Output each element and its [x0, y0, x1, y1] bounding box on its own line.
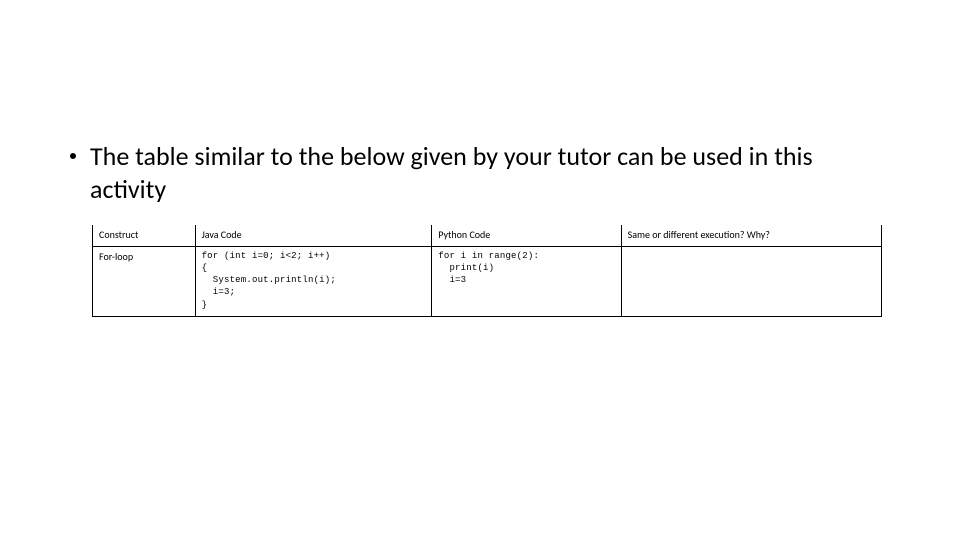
bullet-item: The table similar to the below given by …	[70, 140, 890, 207]
cell-same	[621, 247, 881, 317]
bullet-text: The table similar to the below given by …	[90, 140, 890, 207]
cell-construct: For-loop	[93, 247, 196, 317]
table-row: For-loop for (int i=0; i<2; i++) { Syste…	[93, 247, 882, 317]
code-comparison-table-wrap: Construct Java Code Python Code Same or …	[92, 225, 882, 317]
table-header-python: Python Code	[432, 225, 621, 247]
table-header-row: Construct Java Code Python Code Same or …	[93, 225, 882, 247]
table-header-construct: Construct	[93, 225, 196, 247]
java-code-block: for (int i=0; i<2; i++) { System.out.pri…	[202, 250, 426, 311]
table-header-java: Java Code	[195, 225, 432, 247]
slide-content: The table similar to the below given by …	[0, 0, 960, 317]
table-header-same: Same or different execution? Why?	[621, 225, 881, 247]
code-comparison-table: Construct Java Code Python Code Same or …	[92, 225, 882, 317]
cell-python-code: for i in range(2): print(i) i=3	[432, 247, 621, 317]
bullet-dot-icon	[70, 153, 76, 159]
python-code-block: for i in range(2): print(i) i=3	[438, 250, 614, 286]
cell-java-code: for (int i=0; i<2; i++) { System.out.pri…	[195, 247, 432, 317]
